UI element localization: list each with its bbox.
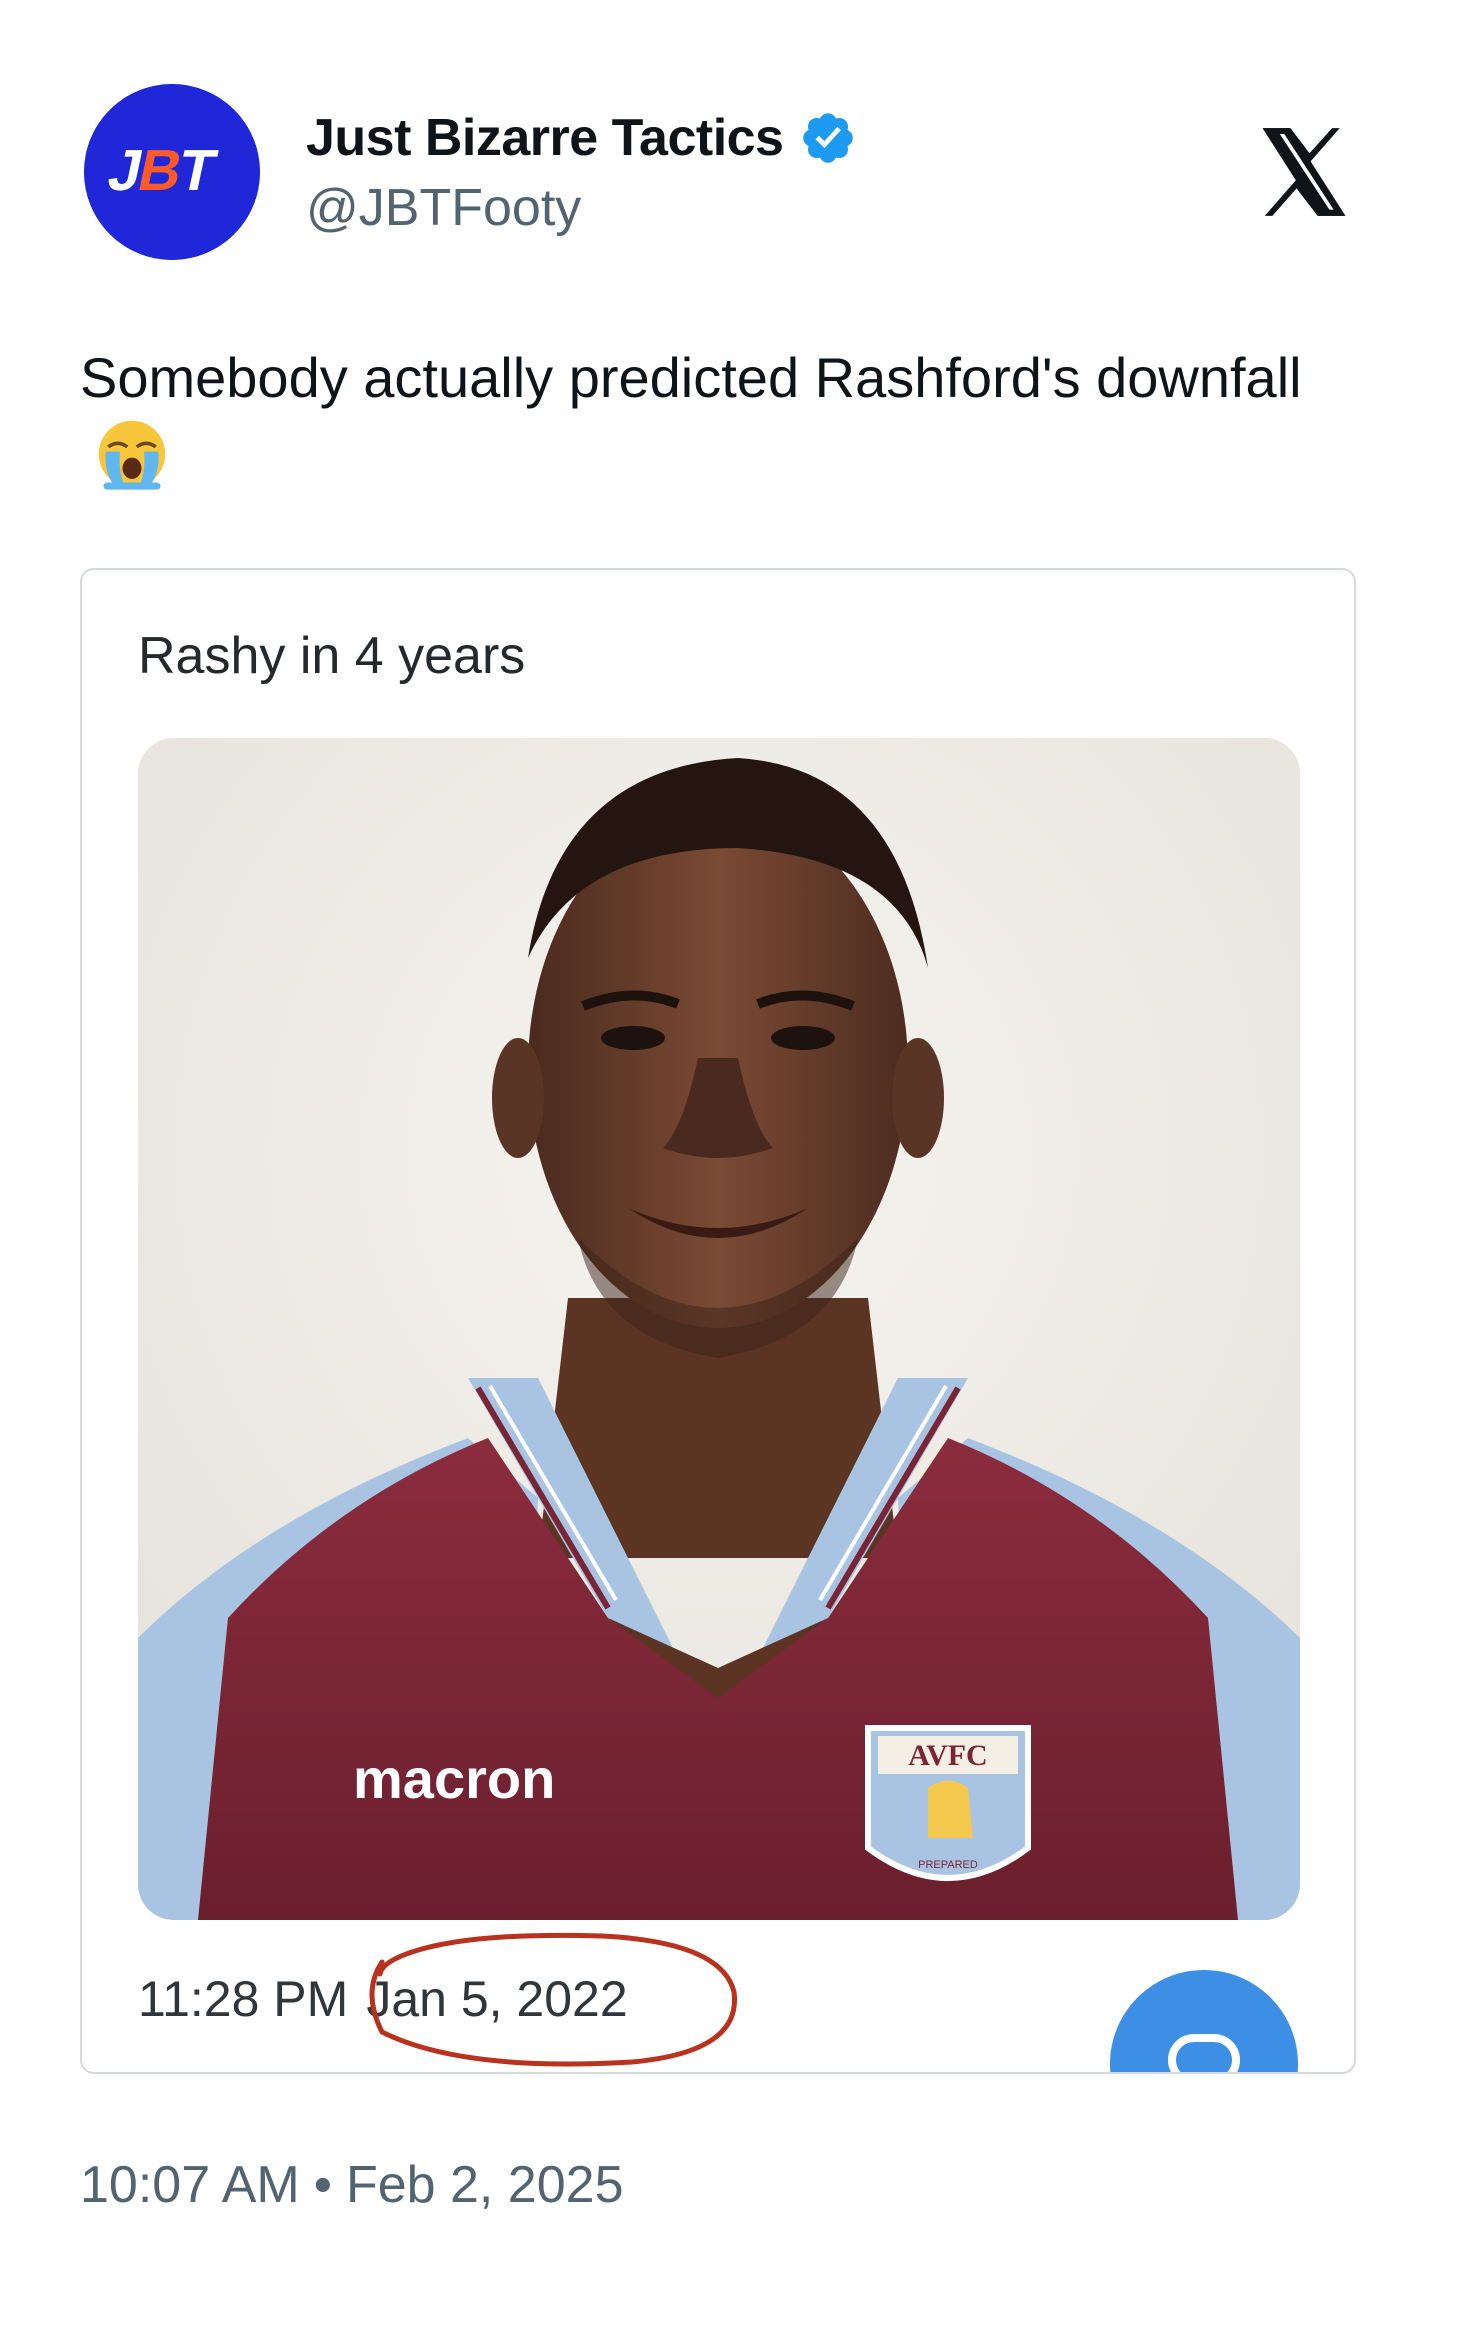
compose-icon	[1168, 2034, 1240, 2072]
footer-date: Feb 2, 2025	[345, 2156, 624, 2214]
shirt-sponsor-text: macron	[353, 1747, 555, 1810]
crest-text: AVFC	[908, 1739, 987, 1772]
jbt-logo: J B T	[84, 84, 260, 260]
avatar[interactable]: J B T	[84, 84, 260, 260]
quoted-tweet-time: 11:28 PM	[138, 1971, 349, 2027]
red-circle-annotation	[342, 1922, 762, 2072]
compose-button[interactable]	[1110, 1970, 1298, 2072]
tweet-timestamp: 10:07 AM • Feb 2, 2025	[80, 2155, 623, 2215]
crest-motto: PREPARED	[918, 1859, 978, 1871]
footer-time: 10:07 AM	[80, 2156, 300, 2214]
tweet-text-content: Somebody actually predicted Rashford's d…	[80, 346, 1302, 409]
footer-separator: •	[313, 2156, 332, 2214]
author-display-name[interactable]: Just Bizarre Tactics	[306, 108, 784, 168]
quoted-tweet-text: Rashy in 4 years	[138, 627, 526, 685]
quoted-tweet-card[interactable]: Rashy in 4 years macron AVFC PREPARED 11…	[80, 568, 1356, 2074]
author-handle[interactable]: @JBTFooty	[306, 178, 581, 238]
verified-badge-icon	[803, 113, 854, 163]
x-logo-icon[interactable]	[1250, 118, 1358, 226]
loudly-crying-face-icon	[94, 416, 170, 492]
tweet-text: Somebody actually predicted Rashford's d…	[80, 340, 1360, 493]
quoted-tweet-image[interactable]: macron AVFC PREPARED	[138, 738, 1300, 1920]
author-name-row: Just Bizarre Tactics	[306, 108, 857, 168]
